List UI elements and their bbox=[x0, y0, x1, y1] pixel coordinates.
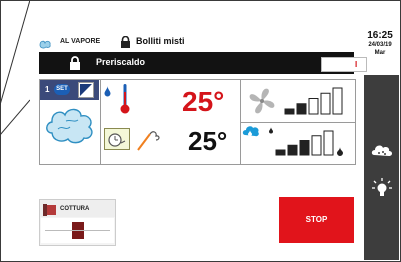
steam-cloud-icon[interactable] bbox=[371, 143, 393, 161]
steam-mode-large-icon bbox=[44, 103, 96, 145]
high-humidity-drop-icon bbox=[337, 147, 343, 156]
clock-weekday: Mar bbox=[374, 50, 386, 56]
fan-level-bar bbox=[296, 103, 307, 115]
side-rail bbox=[364, 75, 399, 260]
humidity-level-bar bbox=[275, 149, 286, 156]
humidity-level-bar bbox=[311, 135, 322, 156]
toggle-mark: I bbox=[355, 60, 358, 69]
timer-icon bbox=[104, 128, 130, 150]
core-temperature[interactable]: 25° bbox=[188, 126, 227, 157]
cooking-phase-panel[interactable]: 1 SET 25° 25° bbox=[39, 79, 356, 165]
preheat-toggle[interactable]: I bbox=[321, 57, 367, 72]
padlock-icon bbox=[69, 56, 81, 70]
cooking-mode-label: AL VAPORE bbox=[60, 38, 101, 45]
humidity-icon bbox=[242, 124, 260, 138]
chamber-temperature[interactable]: 25° bbox=[182, 86, 224, 118]
clock-time: 16:25 bbox=[367, 30, 393, 41]
phase-header[interactable]: 1 SET bbox=[40, 80, 99, 100]
clock: 16:25 24/03/19 Mar bbox=[361, 30, 399, 57]
phase-corner-icon bbox=[78, 82, 94, 98]
oven-door-icon bbox=[43, 203, 57, 216]
set-badge: SET bbox=[54, 84, 70, 95]
humidity-drop-icon bbox=[104, 84, 111, 97]
humidity-level-bar bbox=[287, 144, 298, 156]
low-humidity-drop-icon bbox=[269, 127, 273, 134]
thermometer-icon bbox=[120, 84, 130, 114]
status-bar: Preriscaldo I bbox=[39, 52, 367, 74]
fan-level-bar bbox=[308, 98, 319, 115]
light-bulb-icon[interactable] bbox=[371, 177, 393, 199]
fan-level-bar bbox=[320, 92, 331, 115]
cottura-header: COTTURA bbox=[40, 200, 115, 217]
stop-button[interactable]: STOP bbox=[279, 197, 354, 243]
humidity-level-bar bbox=[299, 140, 310, 156]
status-label: Preriscaldo bbox=[96, 57, 146, 67]
padlock-icon bbox=[120, 35, 131, 48]
core-probe-icon bbox=[136, 126, 162, 152]
fan-icon bbox=[246, 85, 278, 117]
cottura-label: COTTURA bbox=[60, 206, 90, 212]
humidity-level-bars[interactable] bbox=[268, 125, 350, 159]
fan-speed-bars[interactable] bbox=[284, 86, 350, 116]
fan-level-bar bbox=[284, 108, 295, 115]
cottura-button[interactable]: COTTURA bbox=[39, 199, 116, 246]
humidity-level-bar bbox=[323, 130, 334, 156]
program-name: Bolliti misti bbox=[136, 36, 185, 46]
phase-number: 1 bbox=[45, 85, 50, 94]
timeline-line bbox=[45, 230, 110, 231]
fan-level-bar bbox=[332, 87, 343, 115]
clock-date: 24/03/19 bbox=[368, 42, 392, 48]
cottura-preview bbox=[41, 218, 114, 243]
bezel-lines bbox=[0, 0, 30, 136]
steam-mode-icon bbox=[39, 36, 52, 49]
